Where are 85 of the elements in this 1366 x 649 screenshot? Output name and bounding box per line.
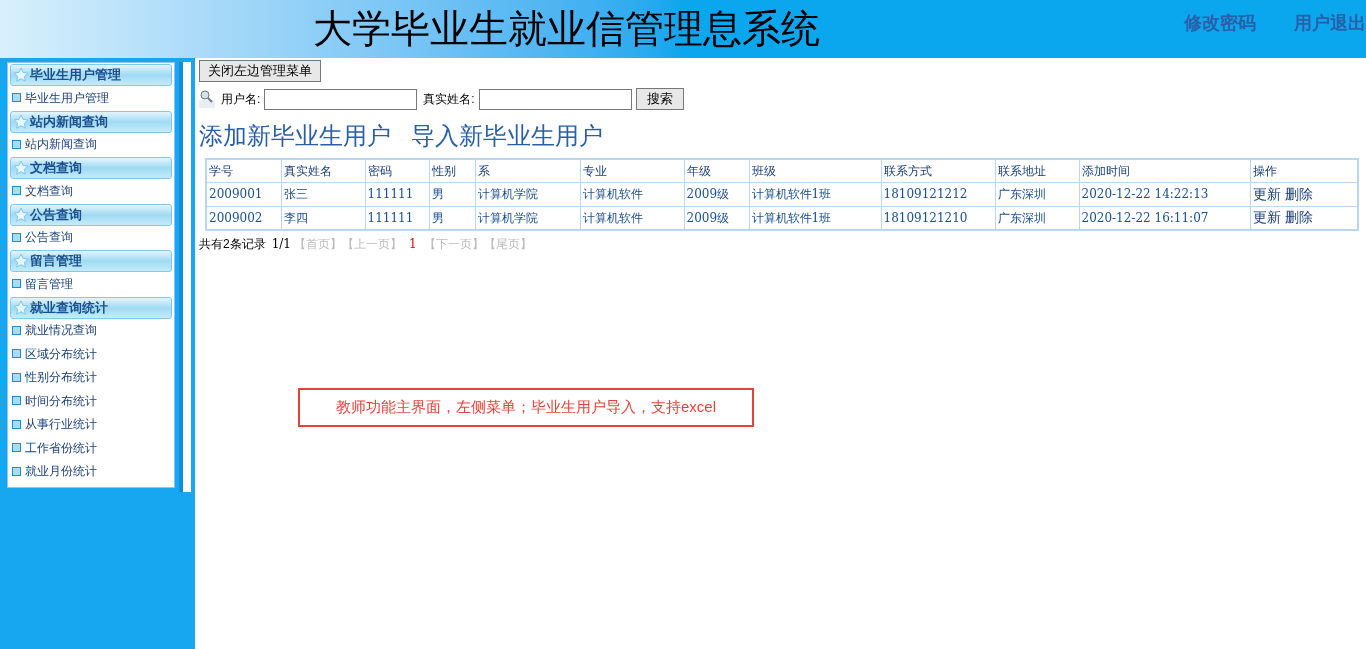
field-label: 真实姓名: bbox=[423, 91, 475, 108]
column-header: 联系方式 bbox=[881, 159, 995, 182]
star-icon bbox=[13, 299, 29, 316]
menu-group-header[interactable]: 公告查询 bbox=[10, 203, 172, 226]
column-header: 密码 bbox=[365, 159, 429, 182]
menu-group-header[interactable]: 留言管理 bbox=[10, 250, 172, 272]
star-icon bbox=[13, 253, 29, 269]
table-cell: 2020-12-22 14:22:13 bbox=[1079, 182, 1250, 206]
table-cell: 2009002 bbox=[206, 206, 281, 230]
row-action-link[interactable]: 删除 bbox=[1284, 207, 1313, 229]
star-icon bbox=[13, 160, 29, 176]
row-action-link[interactable]: 删除 bbox=[1284, 183, 1313, 205]
search-button[interactable]: 搜索 bbox=[635, 88, 684, 110]
menu-item[interactable]: 性别分布统计 bbox=[25, 368, 97, 387]
square-bullet-icon bbox=[12, 443, 21, 453]
magnifier-icon bbox=[199, 90, 215, 108]
square-bullet-icon bbox=[12, 279, 21, 289]
table-cell: 男 bbox=[429, 206, 475, 230]
table-cell: 计算机软件 bbox=[580, 206, 684, 230]
record-count: 共有2条记录 bbox=[199, 236, 266, 253]
square-bullet-icon bbox=[12, 139, 21, 149]
table-cell: 18109121212 bbox=[881, 182, 995, 206]
square-bullet-icon bbox=[12, 93, 21, 103]
menu-item[interactable]: 就业情况查询 bbox=[25, 321, 97, 340]
table-cell: 李四 bbox=[281, 206, 365, 230]
menu-group-header[interactable]: 毕业生用户管理 bbox=[10, 64, 172, 86]
input-field[interactable] bbox=[264, 88, 418, 110]
input-field[interactable] bbox=[478, 88, 632, 110]
square-bullet-icon bbox=[12, 419, 21, 429]
action-link[interactable]: 添加新毕业生用户 bbox=[199, 118, 391, 154]
menu-item[interactable]: 从事行业统计 bbox=[25, 415, 97, 434]
table-cell: 2009级 bbox=[684, 182, 749, 206]
page-indicator: 1/1 bbox=[271, 236, 291, 253]
row-action-link[interactable]: 更新 bbox=[1252, 207, 1281, 229]
square-bullet-icon bbox=[12, 372, 21, 382]
column-header: 添加时间 bbox=[1079, 159, 1250, 182]
menu-item[interactable]: 公告查询 bbox=[25, 228, 73, 247]
close-menu-button[interactable]: 关闭左边管理菜单 bbox=[199, 60, 321, 82]
star-icon bbox=[13, 206, 29, 223]
column-header: 年级 bbox=[684, 159, 749, 182]
menu-item[interactable]: 站内新闻查询 bbox=[25, 135, 97, 154]
table-cell: 计算机学院 bbox=[475, 206, 580, 230]
menu-item[interactable]: 工作省份统计 bbox=[25, 438, 97, 457]
menu-group-header[interactable]: 站内新闻查询 bbox=[10, 110, 172, 133]
menu-item[interactable]: 留言管理 bbox=[25, 274, 73, 293]
column-header: 系 bbox=[475, 159, 580, 182]
menu-item[interactable]: 文档查询 bbox=[25, 181, 73, 200]
menu-item[interactable]: 时间分布统计 bbox=[25, 391, 97, 410]
column-header: 专业 bbox=[580, 159, 684, 182]
table-cell: 广东深圳 bbox=[995, 206, 1079, 230]
square-bullet-icon bbox=[12, 466, 21, 476]
table-cell: 2009001 bbox=[206, 182, 281, 206]
table-cell: 计算机软件1班 bbox=[749, 206, 881, 230]
star-icon bbox=[13, 67, 29, 83]
table-cell: 广东深圳 bbox=[995, 182, 1079, 206]
menu-item[interactable]: 区域分布统计 bbox=[25, 344, 97, 363]
table-cell: 111111 bbox=[365, 182, 429, 206]
column-header: 性别 bbox=[429, 159, 475, 182]
menu-item[interactable]: 就业月份统计 bbox=[25, 462, 97, 481]
star-icon bbox=[13, 113, 29, 130]
square-bullet-icon bbox=[12, 396, 21, 406]
table-cell: 2009级 bbox=[684, 206, 749, 230]
square-bullet-icon bbox=[12, 349, 21, 359]
row-action-link[interactable]: 更新 bbox=[1252, 183, 1281, 205]
menu-item[interactable]: 毕业生用户管理 bbox=[25, 88, 109, 107]
menu-group-header[interactable]: 就业查询统计 bbox=[10, 296, 172, 319]
table-cell: 2020-12-22 16:11:07 bbox=[1079, 206, 1250, 230]
table-cell: 计算机软件1班 bbox=[749, 182, 881, 206]
field-label: 用户名: bbox=[221, 91, 261, 108]
table-cell: 计算机学院 bbox=[475, 182, 580, 206]
square-bullet-icon bbox=[12, 232, 21, 242]
action-link[interactable]: 导入新毕业生用户 bbox=[411, 118, 603, 154]
table-cell: 张三 bbox=[281, 182, 365, 206]
annotation-callout: 教师功能主界面，左侧菜单；毕业生用户导入，支持excel bbox=[298, 388, 754, 427]
column-header: 联系地址 bbox=[995, 159, 1079, 182]
column-header: 真实姓名 bbox=[281, 159, 365, 182]
square-bullet-icon bbox=[12, 186, 21, 196]
current-page: 1 bbox=[408, 236, 418, 253]
column-header: 班级 bbox=[749, 159, 881, 182]
table-cell: 男 bbox=[429, 182, 475, 206]
column-header: 学号 bbox=[206, 159, 281, 182]
square-bullet-icon bbox=[12, 325, 21, 335]
menu-group-header[interactable]: 文档查询 bbox=[10, 157, 172, 179]
system-title: 大学毕业生就业信管理息系统 bbox=[313, 5, 820, 53]
table-cell: 计算机软件 bbox=[580, 182, 684, 206]
